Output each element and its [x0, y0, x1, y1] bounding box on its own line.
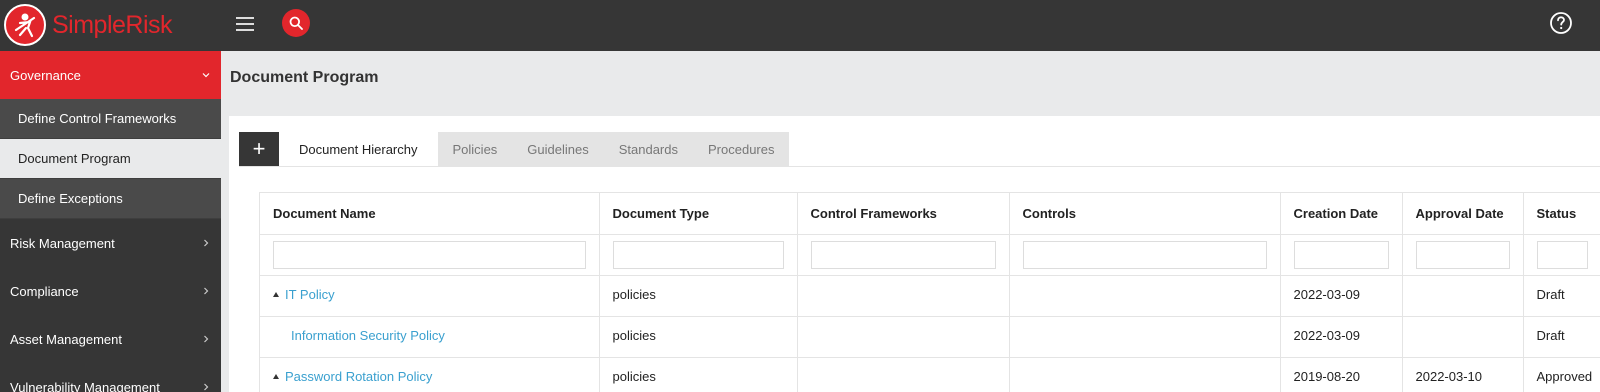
help-icon[interactable]	[1549, 11, 1573, 35]
column-header-approval-date[interactable]: Approval Date	[1402, 193, 1524, 235]
table-header-row: Document Name Document Type Control Fram…	[260, 193, 1600, 235]
sidebar-item-governance[interactable]: Governance	[0, 51, 221, 99]
filter-cell	[599, 234, 798, 276]
document-tabs: + Document Hierarchy Policies Guidelines…	[239, 132, 790, 166]
document-type-cell: policies	[599, 275, 798, 317]
chevron-right-icon	[204, 239, 209, 247]
sidebar-item-label: Asset Management	[10, 331, 123, 347]
column-header-control-frameworks[interactable]: Control Frameworks	[797, 193, 1010, 235]
filter-row	[260, 234, 1600, 276]
filter-cell	[260, 234, 600, 276]
tab-standards[interactable]: Standards	[603, 132, 693, 166]
sidebar-subitem-document-program[interactable]: Document Program	[0, 139, 221, 179]
controls-cell	[1009, 357, 1281, 392]
filter-cell	[1402, 234, 1524, 276]
filter-controls-input[interactable]	[1022, 240, 1267, 269]
document-name-cell: Password Rotation Policy	[260, 357, 600, 392]
sidebar-subitem-label: Define Control Frameworks	[18, 111, 177, 126]
filter-cell	[1523, 234, 1600, 276]
table-row: Information Security Policy policies 202…	[260, 316, 1600, 358]
status-cell: Draft	[1523, 316, 1600, 358]
sidebar-item-label: Compliance	[10, 283, 79, 299]
page-title: Document Program	[230, 69, 379, 86]
document-link[interactable]: Password Rotation Policy	[285, 369, 432, 384]
approval-date-cell	[1402, 316, 1524, 358]
sidebar-subitem-label: Document Program	[18, 151, 131, 166]
controls-cell	[1009, 275, 1281, 317]
sidebar-subitem-label: Define Exceptions	[18, 191, 123, 206]
simplerisk-logo-icon	[4, 4, 46, 46]
expand-triangle-icon[interactable]	[273, 291, 279, 297]
filter-document-name-input[interactable]	[273, 240, 586, 269]
filter-status-input[interactable]	[1536, 240, 1588, 269]
creation-date-cell: 2022-03-09	[1280, 316, 1403, 358]
chevron-right-icon	[204, 335, 209, 343]
hamburger-menu-icon[interactable]	[234, 13, 256, 35]
document-type-cell: policies	[599, 357, 798, 392]
sidebar-item-label: Vulnerability Management	[10, 379, 160, 392]
filter-creation-date-input[interactable]	[1293, 240, 1389, 269]
expand-triangle-icon[interactable]	[273, 373, 279, 379]
table-row: IT Policy policies 2022-03-09 Draft	[260, 275, 1600, 317]
column-header-creation-date[interactable]: Creation Date	[1280, 193, 1403, 235]
control-frameworks-cell	[797, 275, 1010, 317]
tab-document-hierarchy[interactable]: Document Hierarchy	[279, 132, 438, 166]
approval-date-cell: 2022-03-10	[1402, 357, 1524, 392]
chevron-down-icon	[202, 73, 210, 78]
document-type-cell: policies	[599, 316, 798, 358]
filter-approval-date-input[interactable]	[1415, 240, 1510, 269]
chevron-right-icon	[204, 383, 209, 391]
add-document-button[interactable]: +	[239, 132, 279, 166]
table-row: Password Rotation Policy policies 2019-0…	[260, 357, 1600, 392]
chevron-right-icon	[204, 287, 209, 295]
tab-policies[interactable]: Policies	[437, 132, 513, 166]
document-name-cell: Information Security Policy	[260, 316, 600, 358]
filter-control-frameworks-input[interactable]	[810, 240, 996, 269]
sidebar-item-label: Risk Management	[10, 235, 115, 251]
sidebar-item-label: Governance	[10, 67, 81, 83]
filter-document-type-input[interactable]	[612, 240, 784, 269]
sidebar-item-compliance[interactable]: Compliance	[0, 267, 221, 315]
document-hierarchy-table: Document Name Document Type Control Fram…	[259, 192, 1600, 392]
search-button[interactable]	[282, 9, 310, 37]
document-program-panel: + Document Hierarchy Policies Guidelines…	[229, 116, 1600, 392]
column-header-controls[interactable]: Controls	[1009, 193, 1281, 235]
tab-guidelines[interactable]: Guidelines	[512, 132, 604, 166]
brand-name: SimpleRisk	[52, 10, 173, 39]
sidebar-subitem-define-exceptions[interactable]: Define Exceptions	[0, 179, 221, 219]
controls-cell	[1009, 316, 1281, 358]
tab-divider	[239, 166, 1600, 167]
control-frameworks-cell	[797, 357, 1010, 392]
status-cell: Draft	[1523, 275, 1600, 317]
column-header-document-name[interactable]: Document Name	[260, 193, 600, 235]
column-header-document-type[interactable]: Document Type	[599, 193, 798, 235]
brand-logo[interactable]: SimpleRisk	[4, 2, 173, 48]
creation-date-cell: 2022-03-09	[1280, 275, 1403, 317]
search-icon	[289, 16, 303, 30]
sidebar-item-asset-management[interactable]: Asset Management	[0, 315, 221, 363]
filter-cell	[1009, 234, 1281, 276]
sidebar-item-risk-management[interactable]: Risk Management	[0, 219, 221, 267]
approval-date-cell	[1402, 275, 1524, 317]
sidebar: Governance Define Control Frameworks Doc…	[0, 51, 221, 392]
tab-procedures[interactable]: Procedures	[693, 132, 790, 166]
column-header-status[interactable]: Status	[1523, 193, 1600, 235]
sidebar-subitem-define-control-frameworks[interactable]: Define Control Frameworks	[0, 99, 221, 139]
status-cell: Approved	[1523, 357, 1600, 392]
document-link[interactable]: IT Policy	[285, 287, 335, 302]
filter-cell	[797, 234, 1010, 276]
creation-date-cell: 2019-08-20	[1280, 357, 1403, 392]
sidebar-item-vulnerability-management[interactable]: Vulnerability Management	[0, 363, 221, 392]
top-navbar: SimpleRisk	[0, 0, 1600, 51]
document-link[interactable]: Information Security Policy	[291, 328, 445, 343]
filter-cell	[1280, 234, 1403, 276]
control-frameworks-cell	[797, 316, 1010, 358]
document-name-cell: IT Policy	[260, 275, 600, 317]
